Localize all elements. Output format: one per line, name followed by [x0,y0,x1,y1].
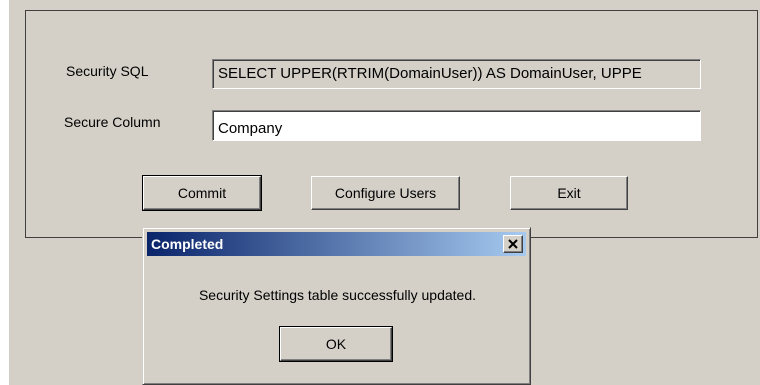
dialog-close-button[interactable] [503,235,523,253]
dialog-message: Security Settings table successfully upd… [198,287,477,303]
commit-button[interactable]: Commit [142,175,262,211]
dialog-titlebar[interactable]: Completed [147,232,526,256]
secure-column-label: Secure Column [64,114,161,130]
secure-column-input[interactable] [212,110,701,141]
security-sql-field[interactable]: SELECT UPPER(RTRIM(DomainUser)) AS Domai… [212,59,701,89]
close-icon [508,239,518,249]
ok-button[interactable]: OK [279,326,393,362]
completed-dialog: Completed Security Settings table succes… [142,227,531,385]
security-sql-label: Security SQL [66,63,149,79]
settings-group-frame: Security SQL Secure Column SELECT UPPER(… [25,10,758,238]
dialog-title: Completed [151,236,224,252]
exit-button[interactable]: Exit [510,176,628,210]
configure-users-button[interactable]: Configure Users [311,176,460,210]
